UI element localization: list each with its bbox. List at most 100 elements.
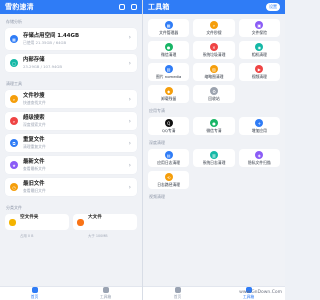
tool-wechat-special[interactable]: ● 微信专清 bbox=[193, 117, 235, 135]
tool-label: 应用日志清理 bbox=[157, 160, 181, 165]
cleanup-item-0[interactable]: ⌕ 文件秒搜 快速查找文件 › bbox=[5, 90, 137, 108]
nav-home-label: 首页 bbox=[30, 294, 39, 299]
tool-label: 隐私文件扫描 bbox=[247, 160, 271, 165]
image-icon: ▧ bbox=[164, 65, 173, 73]
tool-label: 文件保险 bbox=[251, 30, 267, 35]
category-empty-folder[interactable]: 空文件夹 占用 0 B bbox=[5, 214, 69, 238]
tool-system-log[interactable]: ▥ 系统日志清理 bbox=[193, 149, 235, 167]
nav-toolbox[interactable]: 工具箱 bbox=[100, 287, 111, 300]
storage-card[interactable]: ▦ 存储占用空间 1.44GB 已使用 21.35GB / 64GB › bbox=[5, 28, 137, 50]
nav-home[interactable]: 首页 bbox=[30, 287, 39, 300]
tool-add-app[interactable]: + 增加应用 bbox=[238, 117, 280, 135]
category-grid: 空文件夹 占用 0 B 大文件 大于 100MB bbox=[0, 214, 142, 238]
tool-app-log[interactable]: ▤ 应用日志清理 bbox=[148, 149, 190, 167]
cleanup-item-2[interactable]: ⧉ 重复文件 清理重复文件 › bbox=[5, 134, 137, 152]
lock-icon: ▣ bbox=[255, 21, 264, 29]
tool-recycle-bin[interactable]: ♻ 回收站 bbox=[193, 85, 235, 103]
cleanup-item-label: 重复文件 bbox=[23, 137, 45, 143]
category-label: 大文件 bbox=[88, 215, 102, 220]
cleanup-item-sub: 快速查找文件 bbox=[23, 100, 46, 105]
home-icon bbox=[174, 287, 181, 293]
tool-privacy-scan[interactable]: ◈ 隐私文件扫描 bbox=[238, 149, 280, 167]
nav-home[interactable]: 首页 bbox=[174, 287, 181, 300]
tool-label: 系统垃圾清理 bbox=[202, 52, 226, 57]
search-icon: ⌕ bbox=[209, 21, 218, 29]
tool-label: 文件管理器 bbox=[159, 30, 179, 35]
home-panel: 雪豹速清 存储分析 ▦ 存储占用空间 1.44GB 已使用 21.35GB / … bbox=[0, 0, 142, 300]
toolbox-title: 工具箱 bbox=[148, 3, 170, 11]
chevron-right-icon: › bbox=[128, 118, 131, 125]
toolbox-panel: 工具箱 设置 ▦ 文件管理器 ⌕ 文件秒搜 ▣ 文件保险 ● 微信清理 ✕ 系统垃圾清理 … bbox=[142, 0, 285, 300]
storage-section-label: 存储分析 bbox=[6, 19, 22, 24]
deep-section-label: 深度清理 bbox=[149, 140, 165, 145]
split-screen: 雪豹速清 存储分析 ▦ 存储占用空间 1.44GB 已使用 21.35GB / … bbox=[0, 0, 285, 300]
tool-label: 卸载残留 bbox=[161, 96, 177, 101]
cleanup-section-label: 清理工具 bbox=[6, 81, 22, 86]
tool-file-manager[interactable]: ▦ 文件管理器 bbox=[148, 19, 190, 37]
plus-icon: + bbox=[255, 119, 264, 127]
chevron-right-icon: › bbox=[128, 162, 131, 169]
phone-icon: ▢ bbox=[10, 59, 18, 67]
settings-button[interactable]: 设置 bbox=[266, 3, 280, 11]
tool-thumbnail-clean[interactable]: ▨ 缩略图清理 bbox=[193, 63, 235, 81]
tool-wechat-clean[interactable]: ● 微信清理 bbox=[148, 41, 190, 59]
tool-label: QQ专清 bbox=[161, 128, 176, 133]
duplicate-icon: ⧉ bbox=[10, 139, 18, 147]
internal-label: 内部存储 bbox=[23, 57, 45, 63]
tool-nomedia[interactable]: ▧ 图片 nomedia bbox=[148, 63, 190, 81]
chevron-right-icon: › bbox=[128, 184, 131, 191]
cleanup-item-sub: 清理重复文件 bbox=[23, 144, 46, 149]
left-bottom-nav: 首页 工具箱 bbox=[0, 286, 142, 300]
apps-section-label: 应用专清 bbox=[149, 108, 165, 113]
tool-label: 增加应用 bbox=[251, 128, 267, 133]
search-icon: ⌕ bbox=[10, 117, 18, 125]
file-new-icon: ★ bbox=[10, 161, 18, 169]
cleanup-item-label: 最旧文件 bbox=[23, 181, 45, 187]
toolbox-icon bbox=[102, 287, 109, 293]
wechat-icon: ● bbox=[209, 119, 218, 127]
tool-video-clean[interactable]: ▶ 视频清理 bbox=[238, 63, 280, 81]
tool-label: 回收站 bbox=[208, 96, 220, 101]
tool-qq-clean[interactable]: Q QQ专清 bbox=[148, 117, 190, 135]
tool-label: 图片 nomedia bbox=[155, 74, 182, 79]
cleanup-item-1[interactable]: ⌕ 超级搜索 深度搜索文件 › bbox=[5, 112, 137, 130]
app-log-icon: ▤ bbox=[164, 151, 173, 159]
watermark-text: www.GnDown.Com bbox=[239, 290, 282, 295]
tool-file-vault[interactable]: ▣ 文件保险 bbox=[238, 19, 280, 37]
deep-grid: ▤ 应用日志清理 ▥ 系统日志清理 ◈ 隐私文件扫描 ⟲ 日志路径清理 bbox=[143, 149, 285, 189]
tool-uninstall-residue[interactable]: ◆ 卸载残留 bbox=[148, 85, 190, 103]
category-large-file[interactable]: 大文件 大于 100MB bbox=[73, 214, 137, 238]
tool-label: 日志路径清理 bbox=[157, 182, 181, 187]
tool-system-trash[interactable]: ✕ 系统垃圾清理 bbox=[193, 41, 235, 59]
package-icon: ◆ bbox=[164, 87, 173, 95]
file-icon bbox=[77, 218, 84, 226]
tools-grid: ▦ 文件管理器 ⌕ 文件秒搜 ▣ 文件保险 ● 微信清理 ✕ 系统垃圾清理 ◉ 相机清理 ▧… bbox=[143, 19, 285, 103]
internal-sub: 23.29GB / 107.94GB bbox=[23, 64, 62, 69]
bell-icon[interactable] bbox=[119, 4, 125, 10]
wechat-icon: ● bbox=[164, 43, 173, 51]
gear-icon[interactable] bbox=[131, 4, 137, 10]
cleanup-item-label: 文件秒搜 bbox=[23, 93, 45, 99]
app-title: 雪豹速清 bbox=[5, 3, 34, 11]
left-top-bar: 雪豹速清 bbox=[0, 0, 142, 14]
camera-icon: ◉ bbox=[255, 43, 264, 51]
tool-camera-clean[interactable]: ◉ 相机清理 bbox=[238, 41, 280, 59]
tool-log-path[interactable]: ⟲ 日志路径清理 bbox=[148, 171, 190, 189]
apps-grid: Q QQ专清 ● 微信专清 + 增加应用 bbox=[143, 117, 285, 135]
top-icons bbox=[119, 4, 137, 10]
tool-label: 视频清理 bbox=[251, 74, 267, 79]
video-icon: ▶ bbox=[255, 65, 264, 73]
internal-storage-card[interactable]: ▢ 内部存储 23.29GB / 107.94GB › bbox=[5, 54, 137, 72]
chevron-right-icon: › bbox=[128, 140, 131, 147]
tool-file-search[interactable]: ⌕ 文件秒搜 bbox=[193, 19, 235, 37]
recycle-icon: ♻ bbox=[209, 87, 218, 95]
chevron-right-icon: › bbox=[128, 60, 131, 67]
cleanup-item-label: 超级搜索 bbox=[23, 115, 45, 121]
right-top-bar: 工具箱 设置 bbox=[143, 0, 285, 14]
cleanup-item-4[interactable]: ◷ 最旧文件 查看最旧文件 › bbox=[5, 178, 137, 196]
cleanup-item-sub: 深度搜索文件 bbox=[23, 122, 46, 127]
category-label: 空文件夹 bbox=[20, 215, 39, 220]
cleanup-item-3[interactable]: ★ 最新文件 查看最新文件 › bbox=[5, 156, 137, 174]
thumbnail-icon: ▨ bbox=[209, 65, 218, 73]
chevron-right-icon: › bbox=[128, 34, 131, 41]
